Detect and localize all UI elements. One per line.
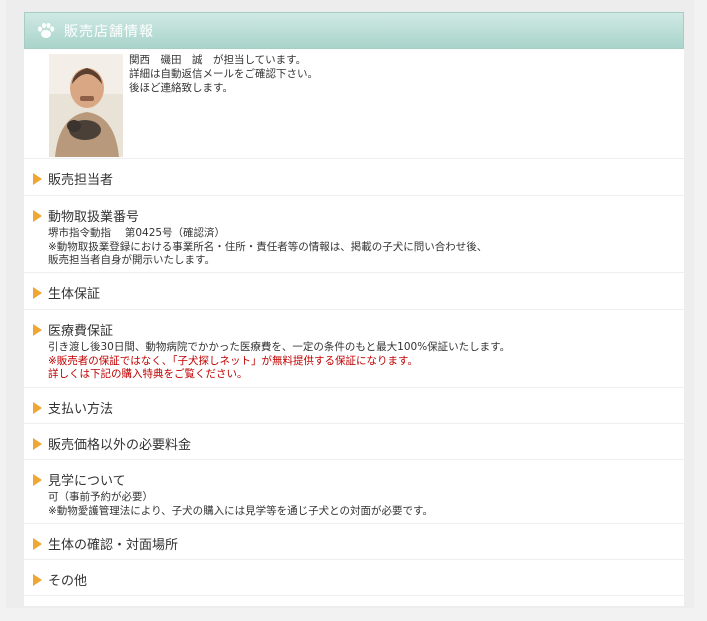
- section-animal-license[interactable]: 動物取扱業番号 堺市指令動指 第0425号（確認済） ※動物取扱業登録における事…: [24, 196, 684, 273]
- section-visit[interactable]: 見学について 可（事前予約が必要） ※動物愛護管理法により、子犬の購入には見学等…: [24, 460, 684, 524]
- section-meeting-place[interactable]: 生体の確認・対面場所: [24, 524, 684, 560]
- arrow-right-icon: [33, 437, 42, 450]
- shop-info-title: 販売店舗情報: [64, 23, 154, 40]
- paw-icon: [38, 22, 55, 38]
- medical-guarantee-note: 詳しくは下記の購入特典をご覧ください。: [48, 368, 248, 380]
- staff-photo: [49, 54, 123, 157]
- section-payment-method[interactable]: 支払い方法: [24, 388, 684, 424]
- section-additional-fees[interactable]: 販売価格以外の必要料金: [24, 424, 684, 460]
- arrow-right-icon: [33, 172, 42, 185]
- section-title: 販売担当者: [48, 173, 114, 188]
- section-title: 生体の確認・対面場所: [48, 538, 179, 553]
- section-title: 支払い方法: [48, 402, 114, 417]
- section-title: 生体保証: [48, 287, 101, 302]
- section-medical-guarantee[interactable]: 医療費保証 引き渡し後30日間、動物病院でかかった医療費を、一定の条件のもと最大…: [24, 310, 684, 388]
- section-title: 見学について: [48, 474, 126, 489]
- arrow-right-icon: [33, 573, 42, 586]
- visit-note: ※動物愛護管理法により、子犬の購入には見学等を通じ子犬との対面が必要です。: [48, 504, 434, 517]
- arrow-right-icon: [33, 286, 42, 299]
- shop-info-card: 販売店舗情報 関西 磯田 誠 が担当しています。 詳細は自動返信メールをご確認下…: [24, 12, 684, 606]
- arrow-right-icon: [33, 323, 42, 336]
- license-note: ※動物取扱業登録における事業所名・住所・責任者等の情報は、掲載の子犬に問い合わせ…: [48, 240, 488, 253]
- shop-info-header: 販売店舗情報: [24, 12, 684, 49]
- section-title: 動物取扱業番号: [48, 210, 140, 225]
- arrow-right-icon: [33, 401, 42, 414]
- section-title: 販売価格以外の必要料金: [48, 438, 192, 453]
- license-note: 販売担当者自身が開示いたします。: [48, 254, 215, 266]
- section-other[interactable]: その他: [24, 560, 684, 596]
- section-title: その他: [48, 574, 88, 589]
- section-title: 医療費保証: [48, 324, 114, 339]
- staff-line: 詳細は自動返信メールをご確認下さい。: [129, 68, 318, 80]
- arrow-right-icon: [33, 209, 42, 222]
- arrow-right-icon: [33, 473, 42, 486]
- section-health-guarantee[interactable]: 生体保証: [24, 273, 684, 310]
- staff-line: 後ほど連絡致します。: [129, 82, 233, 94]
- arrow-right-icon: [33, 537, 42, 550]
- medical-guarantee-note: ※販売者の保証ではなく、「子犬探しネット」が無料提供する保証になります。: [48, 354, 418, 367]
- section-sales-staff[interactable]: 販売担当者: [24, 159, 684, 196]
- license-number: 堺市指令動指 第0425号（確認済）: [48, 227, 226, 239]
- staff-block: 関西 磯田 誠 が担当しています。 詳細は自動返信メールをご確認下さい。 後ほど…: [24, 49, 684, 159]
- staff-line: 関西 磯田 誠 が担当しています。: [129, 54, 307, 66]
- medical-guarantee-text: 引き渡し後30日間、動物病院でかかった医療費を、一定の条件のもと最大100%保証…: [48, 341, 511, 353]
- visit-text: 可（事前予約が必要）: [48, 491, 153, 503]
